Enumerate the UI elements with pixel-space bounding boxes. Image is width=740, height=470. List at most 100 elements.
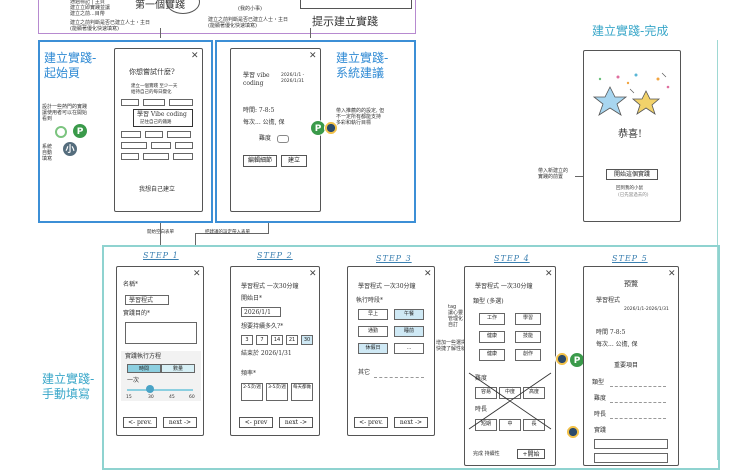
suggest-title-line-1: 建立實踐- — [336, 51, 389, 65]
step4-footer: 完成 持續性 — [473, 451, 500, 457]
suggest-detail-1: 時間: 7-8:5 — [243, 107, 275, 114]
step1-purpose-label: 實踐目的* — [123, 310, 151, 317]
next-button[interactable]: next -> — [394, 417, 428, 428]
suggest-chip[interactable] — [143, 153, 169, 160]
step5-type: 類型 — [592, 379, 605, 386]
slider-tick: 15 — [126, 395, 132, 400]
connector-left-label: 開始空白表單 — [147, 230, 174, 235]
step5-practice-box-2 — [594, 453, 668, 463]
manual-title-line-1: 建立實踐- — [42, 372, 95, 386]
suggest-chip[interactable] — [121, 142, 147, 149]
slot-option[interactable]: 早上 — [358, 309, 388, 320]
duration-option[interactable]: 21 — [286, 335, 298, 345]
type-option[interactable]: 健康 — [479, 331, 505, 343]
slot-option[interactable]: ... — [394, 343, 424, 354]
step4-add-button[interactable]: +開始 — [517, 449, 545, 459]
suggest-chip[interactable] — [173, 153, 193, 160]
suggest-chip[interactable] — [175, 142, 193, 149]
close-icon[interactable]: ✕ — [309, 269, 317, 279]
duration-option[interactable]: 3 — [241, 335, 253, 345]
back-sub: (已先當過去的) — [618, 193, 649, 198]
step1-slider-handle[interactable] — [146, 385, 154, 393]
freq-option[interactable]: 3-5次/週 — [266, 383, 288, 401]
freq-option[interactable]: 每天都做 — [291, 383, 313, 401]
type-option[interactable]: 健康 — [479, 349, 505, 361]
connector-right-label: 把建議的設定帶入表單 — [205, 230, 250, 235]
slot-option[interactable]: 通勤 — [358, 326, 388, 337]
self-build-link[interactable]: 我想自己建立 — [139, 186, 175, 193]
suggest-chip[interactable] — [121, 153, 139, 160]
step3-title: 學習程式 一次30分鐘 — [358, 283, 416, 290]
suggest-chip[interactable] — [143, 99, 165, 106]
duration-option-selected[interactable]: 30 — [301, 335, 313, 345]
step5-preview-title: 預覽 — [624, 280, 638, 288]
left-mid-note: 系統 自動 填寫 — [42, 144, 53, 162]
step2-title: 學習程式 一次30分鐘 — [241, 283, 299, 290]
type-option[interactable]: 學習 — [515, 313, 541, 325]
prev-button[interactable]: <- prev. — [354, 417, 388, 428]
step1-slider-track[interactable] — [127, 389, 193, 391]
slider-tick: 60 — [189, 395, 195, 400]
step5-name: 學習程式 — [596, 297, 621, 304]
step5-each: 每次... 公擔, 保 — [596, 341, 638, 348]
top-hand-box — [300, 0, 412, 9]
suggest-chip[interactable] — [145, 131, 163, 138]
confirm-button[interactable]: 建立 — [281, 155, 307, 167]
slot-option[interactable]: 睡前 — [394, 326, 424, 337]
close-icon[interactable]: ✕ — [668, 269, 676, 279]
avatar[interactable]: P — [72, 123, 88, 139]
close-icon[interactable]: ✕ — [545, 269, 553, 279]
arrow-line-1 — [160, 28, 161, 38]
suggest-card-title-1: 學習 vibe — [243, 72, 270, 79]
suggest-chip[interactable] — [151, 142, 171, 149]
top-handwriting-2: 提示建立實踐 — [312, 15, 378, 28]
start-section-title: 建立實踐- 起始頁 — [44, 51, 96, 81]
prev-button[interactable]: <- prev. — [123, 417, 157, 428]
suggest-chip[interactable] — [121, 99, 139, 106]
type-option[interactable]: 創作 — [515, 349, 541, 361]
connector-line-right — [268, 223, 269, 233]
step5-difficulty-line — [610, 402, 666, 403]
step5-type-line — [610, 386, 666, 387]
freq-option[interactable]: 2-5次/週 — [241, 383, 263, 401]
slot-option[interactable]: 休假日 — [358, 343, 388, 354]
start-title-line-1: 建立實踐- — [44, 51, 97, 65]
duration-option[interactable]: 14 — [271, 335, 283, 345]
step1-option-qty[interactable]: 數量 — [161, 364, 195, 373]
step3-other-input[interactable] — [374, 377, 424, 378]
step-label: STEP 1 — [143, 251, 179, 260]
step5-time: 時間 7-8:5 — [596, 329, 626, 336]
step4-side-note: tag 讓心靈 管理化 自訂 — [448, 304, 464, 328]
start-sub-1: 建立一個實踐 至少一天 — [131, 84, 178, 89]
suggest-chip-main-label: 學習 Vibe coding — [137, 111, 187, 118]
slot-option[interactable]: 午餐 — [394, 309, 424, 320]
next-button[interactable]: next -> — [163, 417, 197, 428]
suggest-chip[interactable] — [169, 99, 193, 106]
back-link[interactable]: 回到我的小鼠 — [616, 186, 643, 192]
avatar[interactable]: 小 — [62, 141, 78, 157]
start-phone: ✕ 你想嘗試什麼? 建立一個實踐 至少一天 給持自己的每日變化 學習 Vibe … — [114, 48, 203, 212]
start-practice-button[interactable]: 開始這個實踐 — [606, 169, 658, 180]
prev-button[interactable]: <- prev — [239, 417, 273, 428]
duration-option[interactable]: 7 — [256, 335, 268, 345]
type-option[interactable]: 工作 — [479, 313, 505, 325]
step-label: STEP 3 — [376, 254, 412, 263]
close-icon[interactable]: ✕ — [191, 51, 199, 61]
suggest-chip[interactable] — [167, 131, 191, 138]
step1-name-label: 名稱* — [123, 281, 139, 288]
step-label: STEP 5 — [612, 254, 648, 263]
close-icon[interactable]: ✕ — [309, 51, 317, 61]
step1-purpose-input[interactable] — [125, 322, 197, 344]
step1-option-time[interactable]: 時間 — [127, 364, 161, 373]
suggest-chip[interactable] — [121, 131, 141, 138]
step2-freq-label: 頻率* — [241, 370, 257, 377]
step5-duration-line — [610, 418, 666, 419]
next-button[interactable]: next -> — [279, 417, 313, 428]
type-option[interactable]: 技能 — [515, 331, 541, 343]
close-icon[interactable]: ✕ — [193, 269, 201, 279]
slider-tick: 45 — [169, 395, 175, 400]
complete-left-note: 帶入新建立的 實踐的前置 — [538, 168, 569, 180]
edit-details-button[interactable]: 編輯細節 — [243, 155, 277, 167]
step1-phone: ✕ 名稱* 學習程式 實踐目的* 實踐執行方程 時間 數量 一次 15 30 4… — [116, 266, 204, 436]
close-icon[interactable]: ✕ — [424, 269, 432, 279]
